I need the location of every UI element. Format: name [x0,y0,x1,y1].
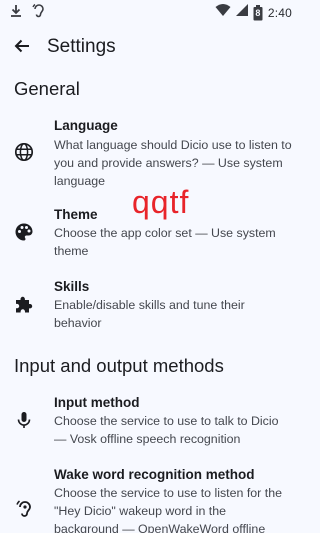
overlay-text: qqtf [132,184,190,220]
signal-icon [235,3,248,22]
page-title: Settings [47,36,116,57]
skills-setting[interactable]: Skills Enable/disable skills and tune th… [0,270,300,332]
skills-title: Skills [54,279,90,294]
back-button[interactable] [10,36,34,60]
hearing-icon [31,3,45,24]
section-header-io: Input and output methods [14,355,224,376]
wake-word-summary: Choose the service to use to listen for … [54,486,282,533]
hearing-icon [13,498,35,520]
input-method-summary: Choose the service to use to talk to Dic… [54,414,279,446]
theme-summary: Choose the app color set — Use system th… [54,226,276,258]
skills-summary: Enable/disable skills and tune their beh… [54,298,245,330]
wake-word-title: Wake word recognition method [54,467,255,482]
mic-icon [13,409,35,431]
input-method-title: Input method [54,395,140,410]
section-header-general: General [14,78,80,99]
wake-word-setting[interactable]: Wake word recognition method Choose the … [0,458,300,533]
battery-level: 8 [255,7,261,18]
status-bar: 8 2:40 [0,0,300,24]
language-summary: What language should Dicio use to listen… [54,138,292,188]
input-method-setting[interactable]: Input method Choose the service to use t… [0,386,300,448]
globe-icon [13,141,35,163]
download-icon [9,3,23,24]
battery-icon: 8 [253,4,263,21]
wifi-icon [215,3,231,22]
arrow-back-icon [13,37,31,60]
status-time: 2:40 [267,5,292,20]
palette-icon [13,221,35,243]
app-bar: Settings [0,24,300,70]
puzzle-icon [13,293,35,315]
language-title: Language [54,118,118,133]
theme-title: Theme [54,207,98,222]
language-setting[interactable]: Language What language should Dicio use … [0,110,300,190]
